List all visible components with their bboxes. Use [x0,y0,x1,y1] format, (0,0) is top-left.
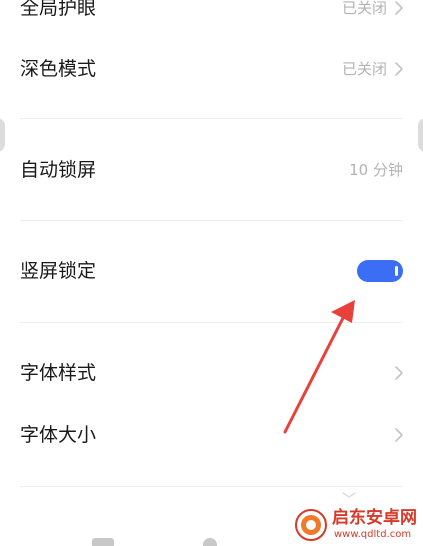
section-divider [20,322,403,323]
row-value: 已关闭 [341,0,387,17]
right-edge-handle [418,118,423,152]
row-value: 已关闭 [341,60,387,78]
chevron-right-icon [395,366,403,380]
row-label: 深色模式 [20,58,97,80]
row-label: 竖屏锁定 [20,260,97,282]
qdltd-logo-icon [295,509,327,541]
site-watermark: 启东安卓网 www.qdltd.com [294,504,423,546]
settings-row-portrait-lock[interactable]: 竖屏锁定 [0,249,423,293]
settings-row-font-size[interactable]: 字体大小 [0,413,423,457]
row-label: 自动锁屏 [20,159,97,181]
display-settings-screen: 全局护眼 已关闭 深色模式 已关闭 自动锁屏 10 分钟 竖屏锁定 字体样式 字… [0,0,423,546]
settings-row-font-style[interactable]: 字体样式 [0,351,423,395]
section-divider [20,118,403,119]
settings-row-eye-protection[interactable]: 全局护眼 已关闭 [0,0,423,30]
settings-row-auto-lock[interactable]: 自动锁屏 10 分钟 [0,148,423,192]
chevron-right-icon [395,428,403,442]
chevron-right-icon [395,62,403,76]
chevron-down-icon [342,492,356,498]
partial-bottom-icon [92,538,114,546]
row-label: 字体大小 [20,424,97,446]
watermark-title: 启东安卓网 [332,508,417,528]
row-value: 10 分钟 [349,161,403,179]
watermark-url: www.qdltd.com [334,529,412,540]
portrait-lock-toggle[interactable] [357,260,403,282]
toggle-knob [395,266,398,276]
settings-row-dark-mode[interactable]: 深色模式 已关闭 [0,47,423,91]
chevron-right-icon [395,1,403,15]
section-divider [20,486,403,487]
partial-bottom-icon [203,538,217,546]
row-label: 全局护眼 [20,0,97,19]
section-divider [20,220,403,221]
row-label: 字体样式 [20,362,97,384]
left-edge-handle [0,118,5,152]
